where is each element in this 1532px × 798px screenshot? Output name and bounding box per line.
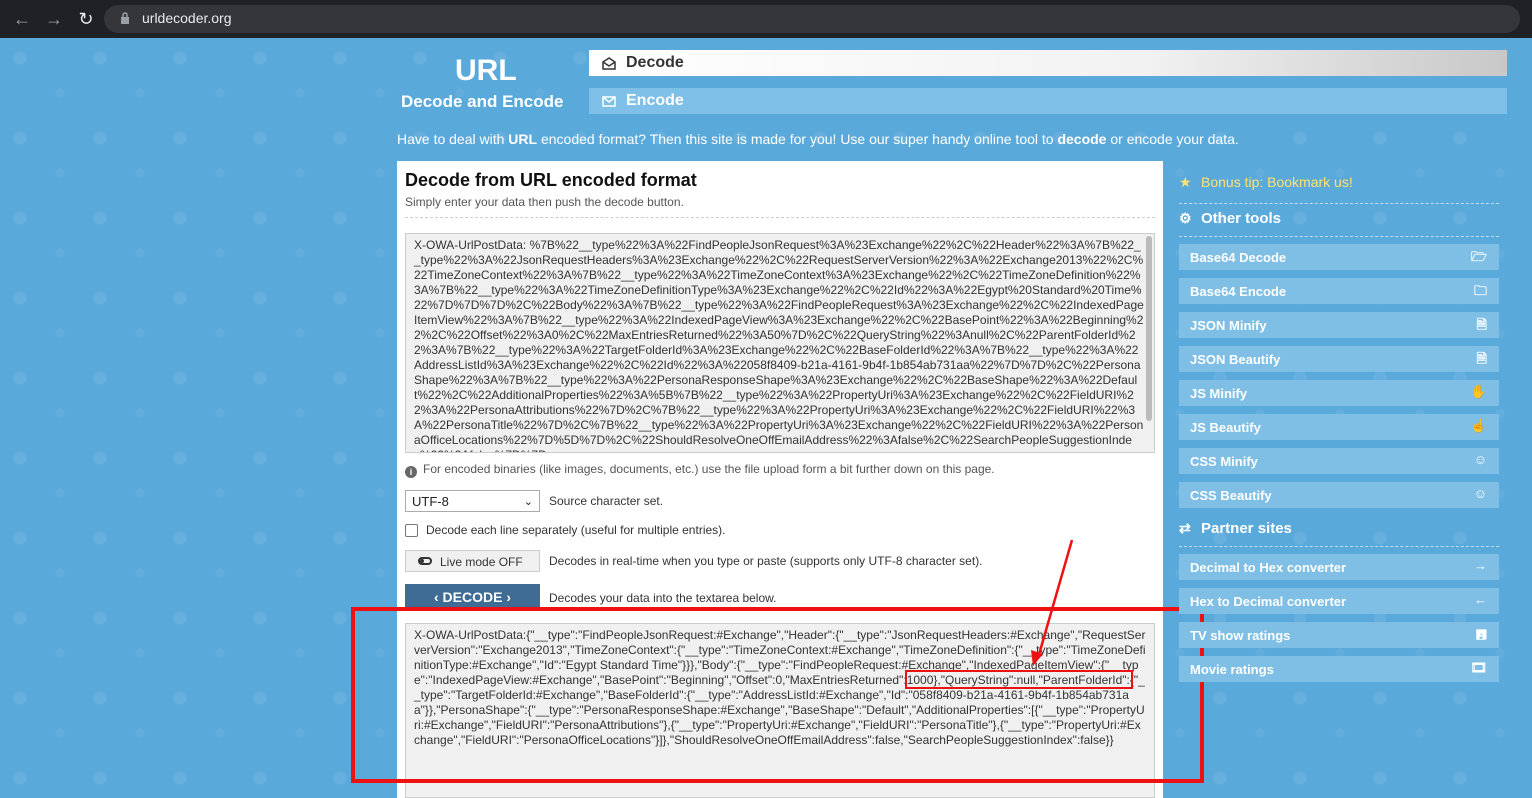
file-text-icon: 🗎 — [1476, 351, 1487, 366]
sidebar-item-css-beautify[interactable]: CSS Beautify ☺ — [1179, 482, 1499, 508]
tv-icon: 🖪 — [1475, 627, 1487, 642]
address-url[interactable]: urldecoder.org — [142, 10, 232, 26]
live-mode-desc: Decodes in real-time when you type or pa… — [549, 554, 983, 568]
sidebar-item-movie-ratings[interactable]: Movie ratings 🎞 — [1179, 656, 1499, 682]
arrow-left-icon: ← — [1474, 592, 1487, 607]
envelope-open-icon — [602, 57, 616, 70]
gear-icon: ⚙ — [1179, 210, 1192, 226]
tab-decode-label: Decode — [626, 54, 684, 71]
folder-open-icon: 🗁 — [1470, 249, 1487, 264]
sidebar-divider — [1179, 203, 1499, 204]
info-icon: i — [405, 466, 417, 478]
forward-icon[interactable]: → — [44, 9, 64, 29]
lock-icon — [121, 12, 129, 24]
sidebar-divider — [1179, 546, 1499, 547]
page-title: Decode from URL encoded format — [405, 170, 697, 190]
panel-hint: Simply enter your data then push the dec… — [405, 195, 684, 209]
other-tools-heading: ⚙ Other tools — [1179, 210, 1282, 227]
charset-select[interactable]: UTF-8 ⌄ — [405, 490, 540, 512]
smile-icon: ☺ — [1473, 452, 1487, 467]
live-mode-toggle[interactable]: Live mode OFF — [405, 550, 540, 572]
charset-label: Source character set. — [549, 494, 664, 508]
sidebar-item-css-minify[interactable]: CSS Minify ☺ — [1179, 448, 1499, 474]
sidebar-item-js-minify[interactable]: JS Minify ✋ — [1179, 380, 1499, 406]
decode-lines-checkbox[interactable] — [405, 524, 418, 537]
decode-lines-label[interactable]: Decode each line separately (useful for … — [426, 523, 725, 537]
tab-encode[interactable]: Encode — [589, 88, 1507, 114]
logo-title[interactable]: URL — [455, 54, 517, 88]
live-mode-label: Live mode OFF — [440, 555, 523, 569]
back-icon[interactable]: ← — [12, 9, 32, 29]
folder-icon: 🗀 — [1473, 283, 1487, 298]
sidebar-item-json-minify[interactable]: JSON Minify 🗎 — [1179, 312, 1499, 338]
sidebar-item-js-beautify[interactable]: JS Beautify ☝ — [1179, 414, 1499, 440]
divider — [405, 217, 1155, 218]
file-icon: 🗎 — [1476, 317, 1487, 332]
logo-subtitle[interactable]: Decode and Encode — [401, 92, 563, 112]
film-icon: 🎞 — [1470, 660, 1487, 675]
hand-pointer-icon: ☝ — [1470, 418, 1487, 433]
smile-icon: ☺ — [1473, 486, 1487, 501]
sidebar-item-tv-ratings[interactable]: TV show ratings 🖪 — [1179, 622, 1499, 648]
toggle-off-icon — [418, 557, 432, 565]
annotation-box — [351, 607, 1204, 783]
envelope-icon — [602, 96, 616, 107]
input-text: X-OWA-UrlPostData: %7B%22__type%22%3A%22… — [414, 238, 1144, 452]
charset-value: UTF-8 — [412, 494, 449, 509]
binary-info: i For encoded binaries (like images, docu… — [405, 462, 995, 478]
reload-icon[interactable]: ↻ — [76, 9, 96, 29]
arrow-right-icon: → — [1474, 558, 1487, 573]
star-icon: ★ — [1179, 174, 1192, 190]
sidebar-item-base64-decode[interactable]: Base64 Decode 🗁 — [1179, 244, 1499, 270]
partner-sites-heading: ⇄ Partner sites — [1179, 520, 1292, 537]
sidebar-divider — [1179, 236, 1499, 237]
chevron-down-icon: ⌄ — [523, 496, 533, 508]
sidebar-item-base64-encode[interactable]: Base64 Encode 🗀 — [1179, 278, 1499, 304]
intro-text: Have to deal with URL encoded format? Th… — [397, 131, 1239, 147]
textarea-scrollbar[interactable] — [1146, 236, 1152, 421]
sidebar-item-hex-to-dec[interactable]: Hex to Decimal converter ← — [1179, 588, 1499, 614]
browser-toolbar: ← → ↻ urldecoder.org — [0, 0, 1532, 38]
sidebar-item-json-beautify[interactable]: JSON Beautify 🗎 — [1179, 346, 1499, 372]
tab-decode[interactable]: Decode — [589, 50, 1507, 76]
address-bar[interactable] — [104, 5, 1520, 33]
bonus-tip[interactable]: ★ Bonus tip: Bookmark us! — [1179, 174, 1353, 191]
decode-desc: Decodes your data into the textarea belo… — [549, 591, 777, 605]
annotation-highlight — [905, 670, 1133, 689]
input-textarea[interactable]: X-OWA-UrlPostData: %7B%22__type%22%3A%22… — [405, 233, 1155, 453]
sidebar-item-dec-to-hex[interactable]: Decimal to Hex converter → — [1179, 554, 1499, 580]
shuffle-icon: ⇄ — [1179, 520, 1191, 536]
tab-encode-label: Encode — [626, 92, 684, 109]
hand-icon: ✋ — [1470, 384, 1487, 399]
